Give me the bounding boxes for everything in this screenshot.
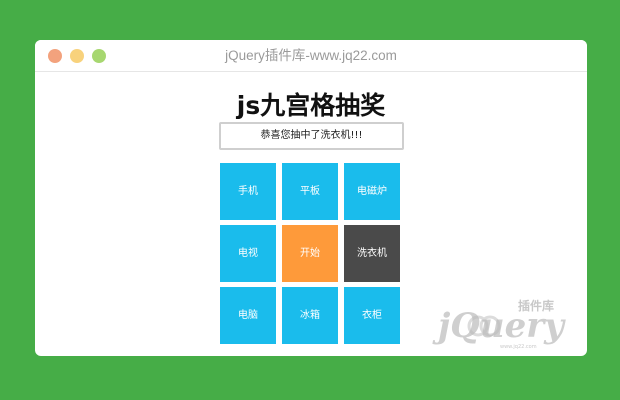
lottery-grid: 手机 平板 电磁炉 电视 开始 洗衣机 电脑 冰箱 衣柜 — [220, 163, 402, 346]
prize-cell-tv: 电视 — [220, 225, 276, 282]
page-title: js九宫格抽奖 — [236, 91, 386, 120]
start-button[interactable]: 开始 — [282, 225, 338, 282]
title-bar: jQuery插件库-www.jq22.com — [35, 40, 587, 72]
jquery-watermark-logo: jQuery 插件库 www.jq22.com — [432, 298, 566, 350]
prize-cell-computer: 电脑 — [220, 287, 276, 344]
prize-cell-tablet: 平板 — [282, 163, 338, 220]
prize-cell-wardrobe: 衣柜 — [344, 287, 400, 344]
watermark-subtitle: 插件库 — [518, 298, 554, 313]
watermark-tagline: www.jq22.com — [500, 344, 537, 350]
prize-cell-washing-machine: 洗衣机 — [344, 225, 400, 282]
window-title: jQuery插件库-www.jq22.com — [225, 48, 397, 63]
prize-cell-refrigerator: 冰箱 — [282, 287, 338, 344]
prize-cell-phone: 手机 — [220, 163, 276, 220]
prize-cell-induction-cooker: 电磁炉 — [344, 163, 400, 220]
result-display: 恭喜您抽中了洗衣机!!! — [219, 122, 404, 150]
browser-window: jQuery插件库-www.jq22.com js九宫格抽奖 恭喜您抽中了洗衣机… — [35, 40, 587, 356]
